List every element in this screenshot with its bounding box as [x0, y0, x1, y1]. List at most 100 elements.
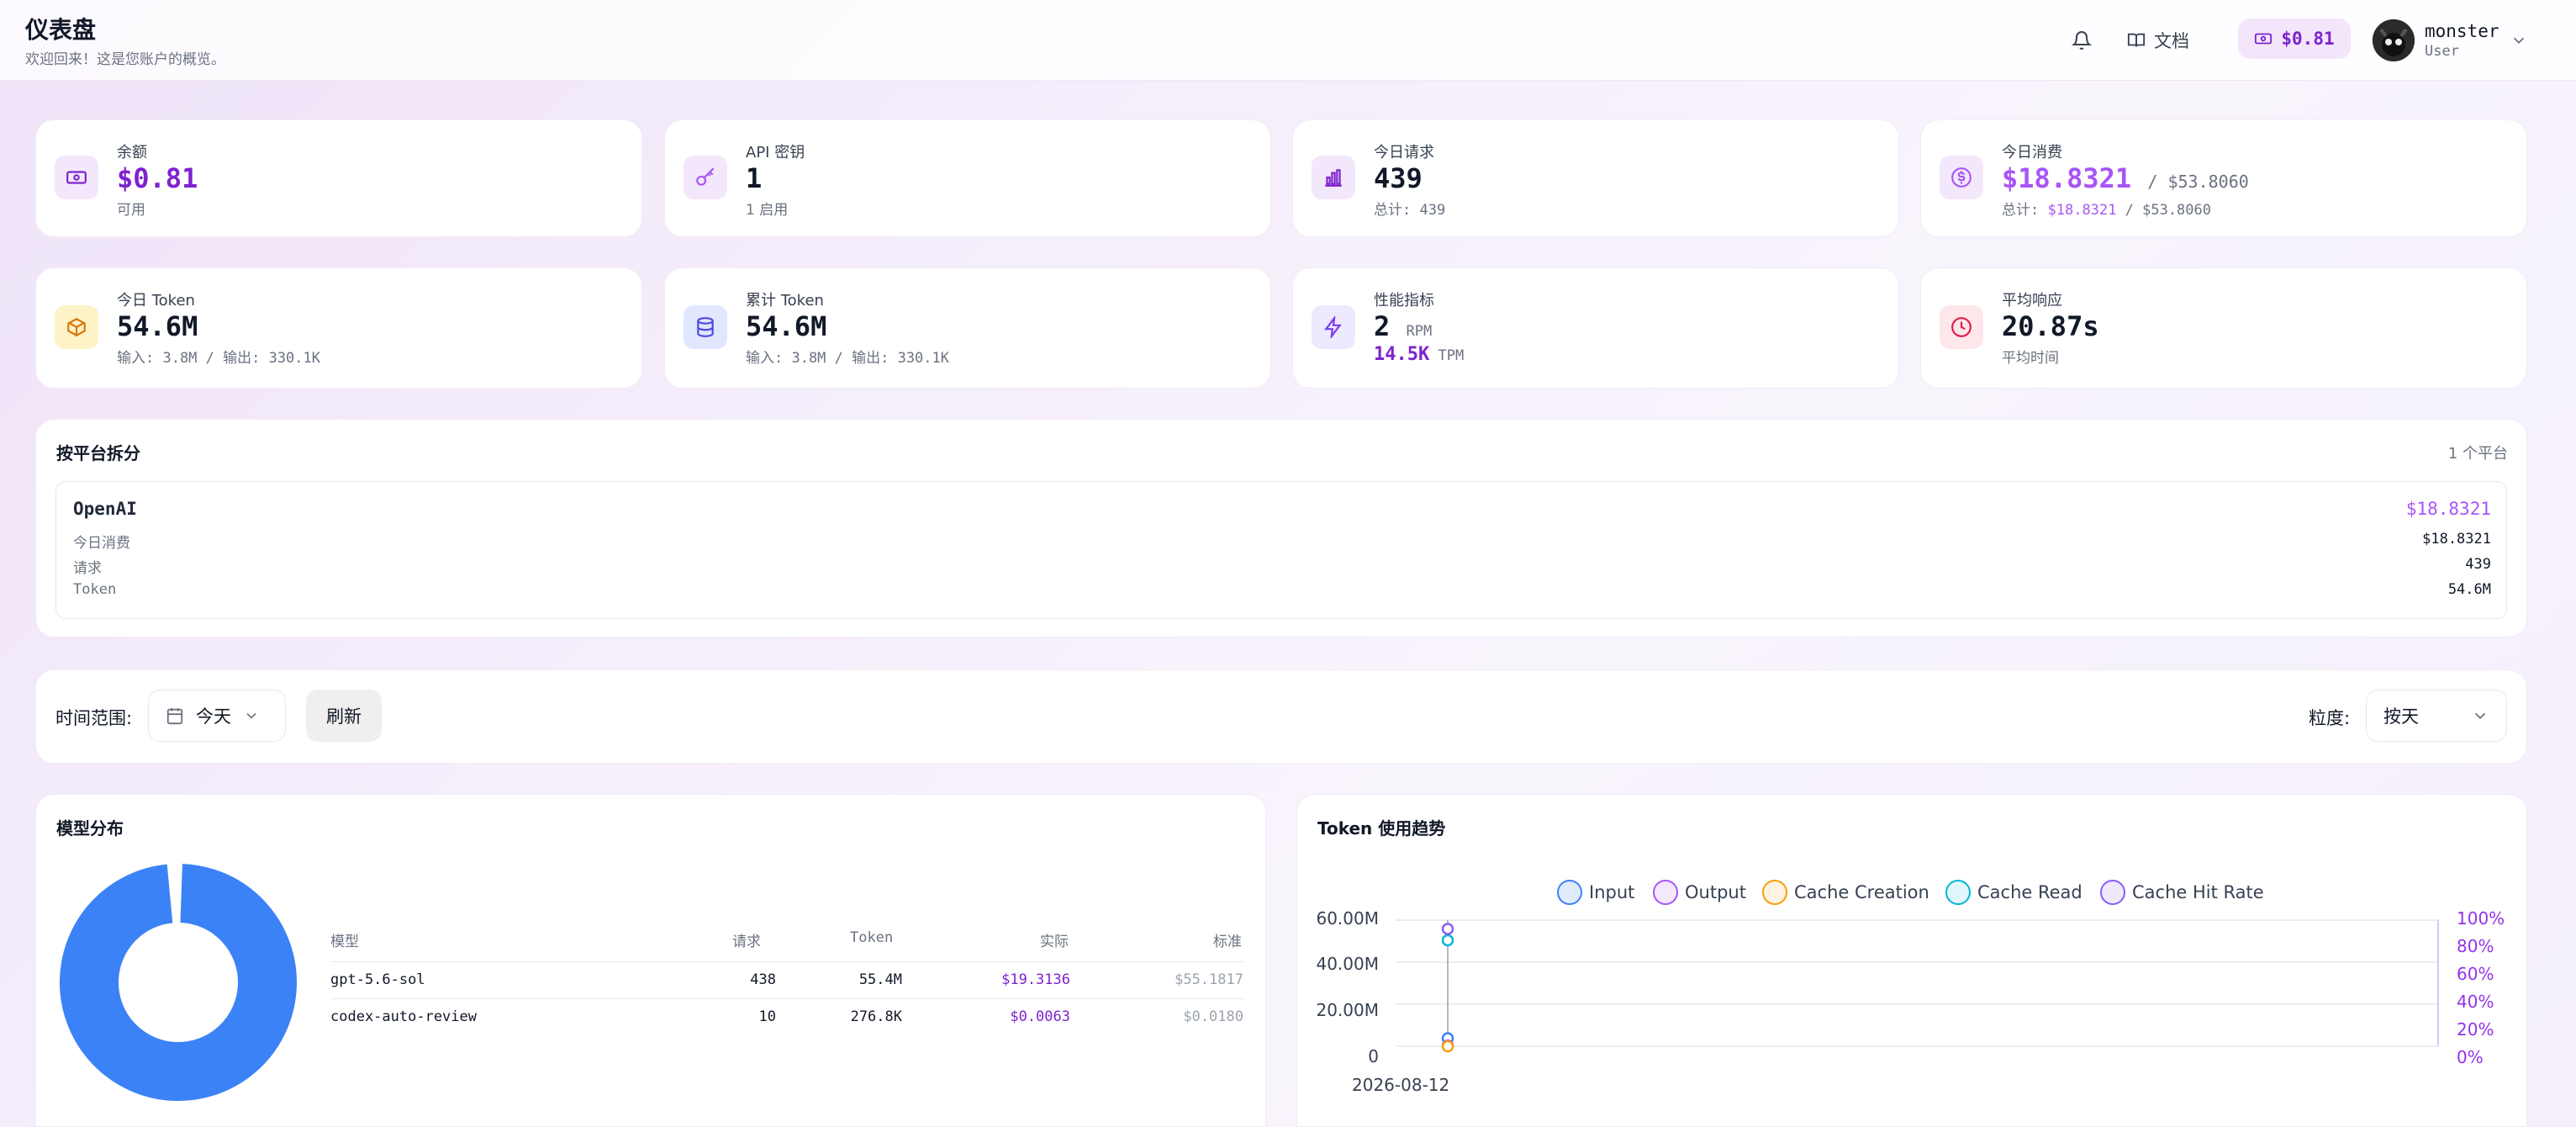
stat-card-performance: 性能指标 2 RPM 14.5K TPM — [1292, 267, 1899, 389]
docs-link[interactable]: 文档 — [2127, 22, 2189, 59]
legend-item-cache-hit-rate[interactable]: Cache Hit Rate — [2100, 880, 2264, 905]
user-menu[interactable]: monster User — [2373, 17, 2528, 64]
legend-label: Output — [1685, 882, 1746, 902]
platform-row-value: 439 — [2465, 556, 2491, 573]
platform-row: 请求 439 — [73, 556, 2491, 581]
wallet-icon — [55, 156, 98, 199]
stat-card-avg-response: 平均响应 20.87s 平均时间 — [1920, 267, 2527, 389]
legend-swatch — [1945, 880, 1971, 905]
table-row-token: 55.4M — [858, 971, 902, 988]
tpm-unit: TPM — [1438, 347, 1465, 364]
table-row-requests: 438 — [750, 971, 776, 988]
divider — [330, 961, 1245, 962]
refresh-button[interactable]: 刷新 — [306, 690, 382, 742]
table-row-actual: $0.0063 — [1010, 1008, 1070, 1025]
stat-sub: 输入: 3.8M / 输出: 330.1K — [117, 350, 320, 367]
legend-label: Cache Creation — [1794, 882, 1929, 902]
platform-name: OpenAI — [73, 499, 137, 519]
wallet-icon — [2255, 33, 2272, 45]
platform-row-label: 今日消费 — [73, 535, 130, 552]
docs-label: 文档 — [2154, 31, 2189, 51]
time-range-label: 时间范围: — [55, 708, 133, 728]
bell-icon — [2072, 31, 2092, 50]
table-row-requests: 10 — [758, 1008, 776, 1025]
legend-swatch — [1653, 880, 1678, 905]
y2-axis-tick: 0% — [2457, 1047, 2484, 1067]
granularity-label: 粒度: — [2309, 708, 2351, 728]
spend-total-value: / $53.8060 — [2147, 172, 2249, 192]
legend-swatch — [2100, 880, 2125, 905]
platform-row-value: 54.6M — [2447, 581, 2491, 598]
col-header-actual: 实际 — [1040, 934, 1069, 950]
token-trend-chart — [1396, 919, 2439, 1053]
stat-label: 性能指标 — [1374, 292, 1434, 310]
table-row-standard: $0.0180 — [1183, 1008, 1243, 1025]
stat-sub: 1 启用 — [746, 202, 789, 219]
balance-pill[interactable]: $0.81 — [2238, 19, 2351, 59]
point-cache-creation[interactable] — [1441, 1040, 1454, 1053]
rpm-unit: RPM — [1406, 323, 1433, 340]
stat-card-spend-today: 今日消费 $18.8321 / $53.8060 总计: $18.8321 / … — [1920, 119, 2527, 237]
platform-row-value: $18.8321 — [2422, 531, 2491, 548]
stat-value: 2 RPM — [1374, 310, 1432, 342]
table-row-actual: $19.3136 — [1001, 971, 1070, 988]
granularity-value: 按天 — [2383, 706, 2419, 727]
platform-row: 今日消费 $18.8321 — [73, 531, 2491, 556]
x-axis-tick: 2026-08-12 — [1352, 1075, 1450, 1095]
calendar-icon — [166, 707, 183, 725]
point-cache-hit-rate[interactable] — [1441, 923, 1454, 935]
spend-sub-value: $18.8321 — [2047, 202, 2117, 219]
section-title: 模型分布 — [56, 818, 124, 839]
bar-chart-icon — [1312, 156, 1355, 199]
legend-item-output[interactable]: Output — [1653, 880, 1746, 905]
platform-row-label: Token — [73, 581, 117, 598]
balance-pill-value: $0.81 — [2281, 29, 2335, 49]
stat-label: 今日请求 — [1374, 144, 1434, 161]
model-distribution-card: 模型分布 模型 请求 Token 实际 标准 gpt-5.6-sol 438 5… — [35, 794, 1266, 1127]
stat-label: 累计 Token — [746, 292, 824, 310]
col-header-model: 模型 — [330, 934, 359, 950]
stat-sub: 可用 — [117, 202, 145, 219]
y-axis-tick: 0 — [1368, 1046, 1379, 1066]
rpm-value: 2 — [1374, 310, 1391, 342]
chevron-down-icon — [246, 712, 256, 719]
avatar — [2373, 19, 2415, 61]
chevron-down-icon — [2474, 712, 2486, 720]
notifications-button[interactable] — [2063, 22, 2100, 59]
stat-label: 平均响应 — [2002, 292, 2062, 310]
chart-grid — [1396, 919, 2439, 1051]
stat-sub: 总计: 439 — [1374, 202, 1446, 219]
legend-item-input[interactable]: Input — [1557, 880, 1634, 905]
book-icon — [2127, 33, 2146, 47]
spend-today-value: $18.8321 — [2002, 162, 2132, 194]
legend-label: Cache Hit Rate — [2132, 882, 2264, 902]
stat-value: 1 — [746, 162, 763, 194]
box-icon — [55, 305, 98, 349]
time-range-select[interactable]: 今天 — [148, 690, 286, 742]
table-row-token: 276.8K — [850, 1008, 902, 1025]
point-cache-read[interactable] — [1441, 934, 1454, 947]
page-subtitle: 欢迎回来！这是您账户的概览。 — [25, 51, 225, 68]
chevron-down-icon — [2513, 37, 2524, 45]
table-row-model: codex-auto-review — [330, 1008, 477, 1025]
platform-cost: $18.8321 — [2405, 499, 2491, 519]
clock-icon — [1940, 305, 1983, 349]
platform-row-label: 请求 — [73, 560, 102, 577]
divider — [330, 998, 1245, 999]
stat-value: 54.6M — [117, 310, 198, 342]
stat-card-tokens-total: 累计 Token 54.6M 输入: 3.8M / 输出: 330.1K — [664, 267, 1271, 389]
spend-sub-total: / $53.8060 — [2125, 202, 2211, 219]
key-icon — [684, 156, 727, 199]
stat-sub: 14.5K TPM — [1374, 344, 1464, 365]
stat-value: $0.81 — [117, 162, 198, 194]
stat-card-tokens-today: 今日 Token 54.6M 输入: 3.8M / 输出: 330.1K — [35, 267, 642, 389]
stat-label: 余额 — [117, 144, 147, 161]
stat-value: 54.6M — [746, 310, 827, 342]
granularity-select[interactable]: 按天 — [2366, 690, 2507, 742]
stat-sub: 输入: 3.8M / 输出: 330.1K — [746, 350, 949, 367]
legend-item-cache-read[interactable]: Cache Read — [1945, 880, 2082, 905]
database-icon — [684, 305, 727, 349]
lightning-icon — [1312, 305, 1355, 349]
legend-label: Cache Read — [1977, 882, 2082, 902]
legend-item-cache-creation[interactable]: Cache Creation — [1762, 880, 1929, 905]
